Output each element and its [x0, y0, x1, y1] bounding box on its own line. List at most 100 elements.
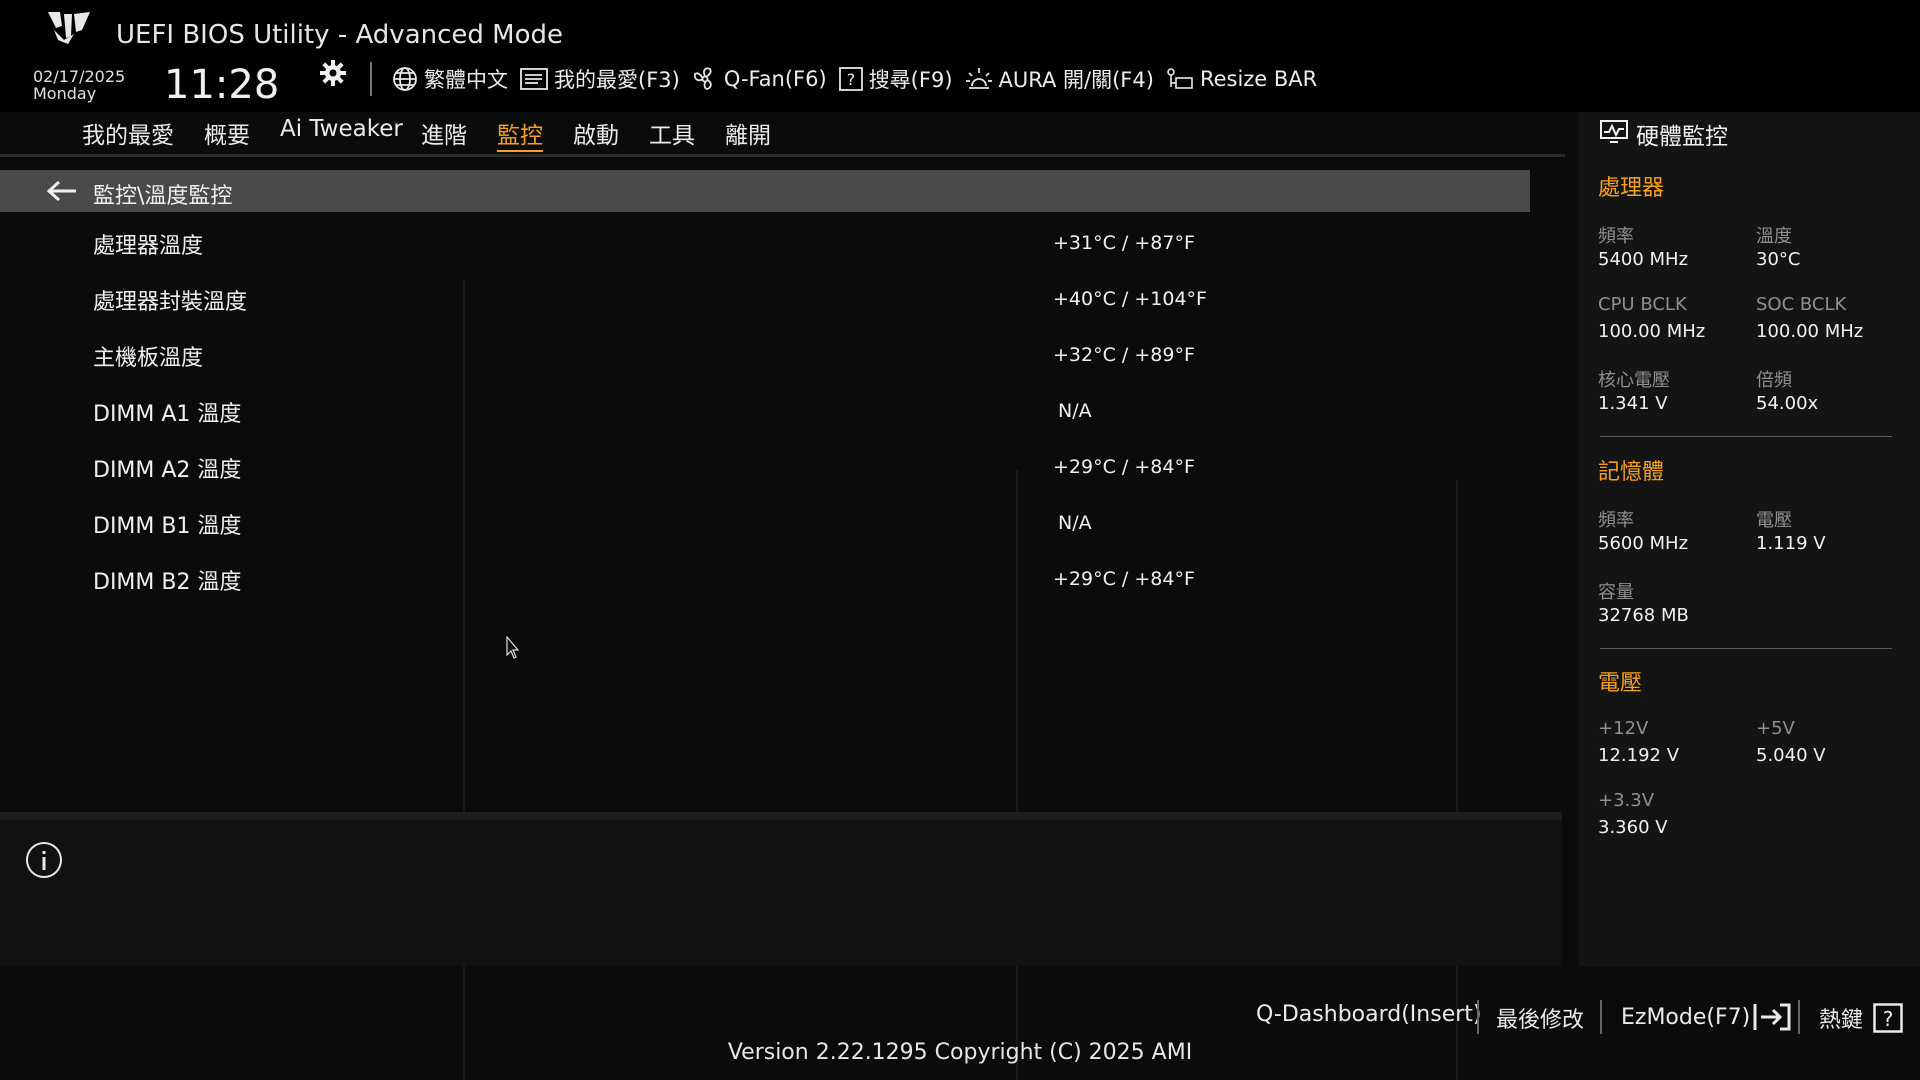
menu-tool[interactable]: 工具 [649, 116, 695, 150]
v12-value: 12.192 V [1598, 745, 1680, 766]
globe-icon [393, 67, 417, 91]
row-value-dimm-b1: N/A [1058, 512, 1092, 534]
ezmode-button[interactable]: EzMode(F7) [1621, 1002, 1792, 1032]
row-label-dimm-b1[interactable]: DIMM B1 溫度 [93, 508, 241, 540]
info-divider [0, 812, 1562, 820]
menu-ai-tweaker[interactable]: Ai Tweaker [280, 116, 403, 142]
search-button[interactable]: ? 搜尋(F9) [838, 64, 953, 94]
memory-section-heading: 記憶體 [1598, 460, 1665, 485]
ratio-value: 54.00x [1756, 393, 1819, 414]
help-info-panel [0, 820, 1562, 966]
language-label: 繁體中文 [424, 68, 508, 92]
qfan-label: Q-Fan(F6) [723, 67, 827, 91]
list-icon [520, 68, 548, 90]
date-text: 02/17/2025 [33, 67, 126, 86]
fan-icon [693, 67, 712, 90]
favorites-button[interactable]: 我的最愛(F3) [520, 64, 680, 94]
footer-separator [1477, 1000, 1479, 1034]
search-label: 搜尋(F9) [868, 68, 953, 92]
resize-bar-button[interactable]: Resize BAR [1166, 67, 1317, 91]
row-label-dimm-b2[interactable]: DIMM B2 溫度 [93, 564, 241, 596]
back-arrow-icon[interactable] [46, 180, 78, 202]
cpu-section-heading: 處理器 [1598, 176, 1665, 201]
mem-volt-label: 電壓 [1756, 510, 1792, 531]
cpu-temp-label: 溫度 [1756, 226, 1792, 247]
cpu-bclk-value: 100.00 MHz [1598, 321, 1706, 342]
hotkeys-button[interactable]: 熱鍵 ? [1819, 1002, 1903, 1034]
main-menu: 我的最愛 概要 Ai Tweaker 進階 監控 啟動 工具 離開 [0, 112, 1565, 157]
row-label-cpu-temp[interactable]: 處理器溫度 [93, 228, 203, 260]
v5-value: 5.040 V [1756, 745, 1826, 766]
voltage-section-heading: 電壓 [1598, 671, 1643, 696]
hotkeys-label: 熱鍵 [1819, 1008, 1864, 1033]
bg-line [1016, 470, 1018, 1080]
version-text: Version 2.22.1295 Copyright (C) 2025 AMI [727, 1040, 1193, 1065]
tuf-logo-icon [48, 12, 90, 44]
gear-icon[interactable] [318, 58, 348, 88]
info-icon [26, 842, 62, 878]
resize-bar-icon [1167, 68, 1193, 89]
mem-volt-value: 1.119 V [1756, 533, 1826, 554]
breadcrumb-text: 監控\溫度監控 [93, 184, 233, 209]
svg-text:?: ? [846, 70, 855, 89]
menu-overview[interactable]: 概要 [204, 116, 250, 150]
ratio-label: 倍頻 [1756, 370, 1792, 391]
mem-capacity-value: 32768 MB [1598, 605, 1689, 626]
last-modified-button[interactable]: 最後修改 [1496, 1002, 1584, 1034]
footer-separator [1600, 1000, 1602, 1034]
top-bar: UEFI BIOS Utility - Advanced Mode 02/17/… [0, 0, 1920, 112]
menu-advanced[interactable]: 進階 [421, 116, 467, 150]
menu-boot[interactable]: 啟動 [573, 116, 619, 150]
mem-freq-label: 頻率 [1598, 510, 1634, 531]
aura-button[interactable]: AURA 開/關(F4) [965, 64, 1154, 94]
language-button[interactable]: 繁體中文 [392, 64, 508, 94]
toolbar-separator [370, 62, 372, 96]
cpu-bclk-label: CPU BCLK [1598, 294, 1687, 315]
aura-light-icon [965, 68, 992, 89]
row-label-mb-temp[interactable]: 主機板溫度 [93, 340, 203, 372]
cpu-freq-value: 5400 MHz [1598, 249, 1689, 270]
row-value-mb-temp: +32°C / +89°F [1053, 344, 1195, 366]
svg-text:?: ? [1883, 1007, 1894, 1031]
menu-exit[interactable]: 離開 [725, 116, 771, 150]
row-value-cpu-package-temp: +40°C / +104°F [1053, 288, 1207, 310]
row-label-cpu-package-temp[interactable]: 處理器封裝溫度 [93, 284, 247, 316]
mouse-cursor-icon [506, 636, 520, 659]
section-divider [1600, 436, 1892, 437]
footer-separator [1798, 1000, 1800, 1034]
v5-label: +5V [1756, 718, 1795, 739]
mem-freq-value: 5600 MHz [1598, 533, 1689, 554]
exit-mode-icon [1753, 1003, 1791, 1031]
v33-label: +3.3V [1598, 790, 1655, 811]
cpu-temp-value: 30°C [1756, 249, 1801, 270]
row-label-dimm-a2[interactable]: DIMM A2 溫度 [93, 452, 241, 484]
cpu-freq-label: 頻率 [1598, 226, 1634, 247]
menu-monitor[interactable]: 監控 [497, 116, 543, 152]
bg-line [1456, 480, 1458, 1080]
section-divider [1600, 648, 1892, 649]
v33-value: 3.360 V [1598, 817, 1668, 838]
row-value-cpu-temp: +31°C / +87°F [1053, 232, 1195, 254]
vcore-label: 核心電壓 [1598, 370, 1670, 391]
soc-bclk-value: 100.00 MHz [1756, 321, 1864, 342]
app-title: UEFI BIOS Utility - Advanced Mode [116, 20, 564, 50]
toolbar: 繁體中文 我的最愛(F3) Q-Fan(F6) ? 搜尋(F9) AURA 開/… [392, 62, 1329, 96]
v12-label: +12V [1598, 718, 1649, 739]
clock: 11:28 [164, 62, 280, 108]
breadcrumb: 監控\溫度監控 [0, 170, 1530, 212]
qfan-button[interactable]: Q-Fan(F6) [692, 66, 827, 92]
menu-favorites[interactable]: 我的最愛 [82, 116, 174, 150]
ezmode-label: EzMode(F7) [1621, 1004, 1751, 1030]
help-box-icon: ? [838, 67, 863, 91]
mem-capacity-label: 容量 [1598, 582, 1634, 603]
qdashboard-button[interactable]: Q-Dashboard(Insert) [1256, 1002, 1482, 1027]
row-value-dimm-a1: N/A [1058, 400, 1092, 422]
row-value-dimm-a2: +29°C / +84°F [1053, 456, 1195, 478]
row-label-dimm-a1[interactable]: DIMM A1 溫度 [93, 396, 241, 428]
resize-bar-label: Resize BAR [1199, 67, 1318, 91]
weekday-text: Monday [33, 84, 97, 103]
row-value-dimm-b2: +29°C / +84°F [1053, 568, 1195, 590]
soc-bclk-label: SOC BCLK [1756, 294, 1847, 315]
date-display: 02/17/2025 Monday [33, 68, 125, 102]
aura-label: AURA 開/關(F4) [998, 68, 1154, 92]
